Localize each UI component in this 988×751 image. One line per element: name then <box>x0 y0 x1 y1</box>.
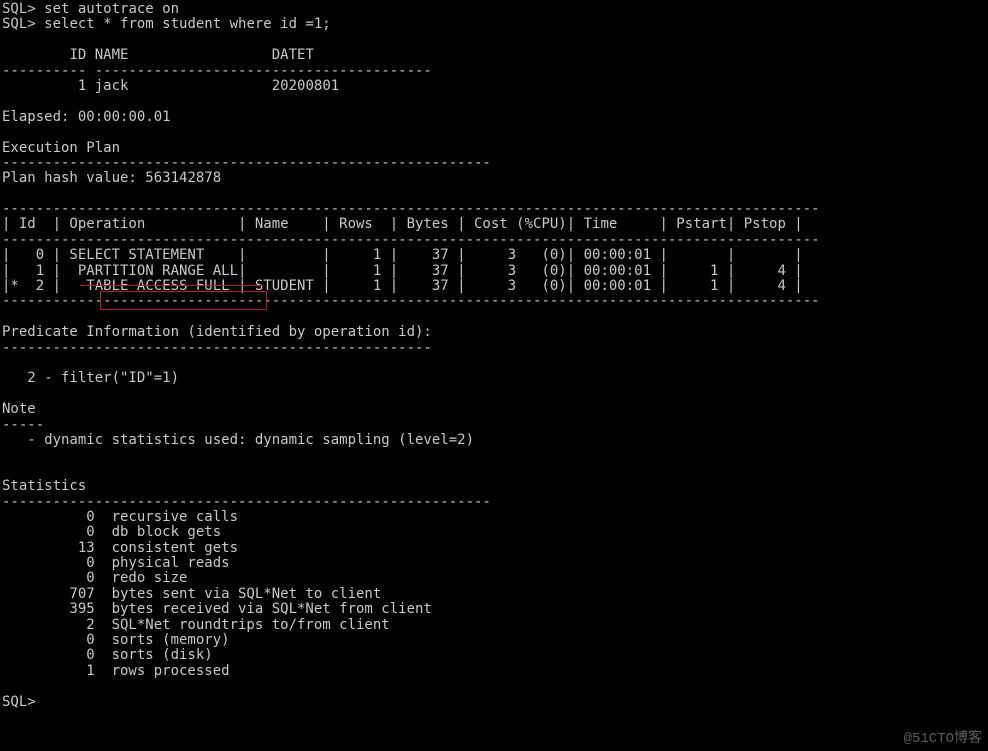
predicate-divider: ----------------------------------------… <box>2 341 988 356</box>
plan-hash: Plan hash value: 563142878 <box>2 171 988 186</box>
plan-wide-divider: ----------------------------------------… <box>2 294 988 309</box>
plan-divider: ----------------------------------------… <box>2 495 988 510</box>
blank <box>2 310 988 325</box>
terminal-output[interactable]: SQL> set autotrace on SQL> select * from… <box>0 0 988 710</box>
plan-header-row: | Id | Operation | Name | Rows | Bytes |… <box>2 217 988 232</box>
predicate-header: Predicate Information (identified by ope… <box>2 325 988 340</box>
stat-8: 0 sorts (memory) <box>2 633 988 648</box>
result-divider: ---------- -----------------------------… <box>2 64 988 79</box>
watermark: @51CTO博客 <box>904 732 982 747</box>
result-header: ID NAME DATET <box>2 48 988 63</box>
blank <box>2 387 988 402</box>
statistics-header: Statistics <box>2 479 988 494</box>
result-row: 1 jack 20200801 <box>2 79 988 94</box>
blank <box>2 125 988 140</box>
plan-wide-divider: ----------------------------------------… <box>2 233 988 248</box>
plan-row-1: | 1 | PARTITION RANGE ALL| | 1 | 37 | 3 … <box>2 264 988 279</box>
blank <box>2 464 988 479</box>
blank <box>2 448 988 463</box>
stat-1: 0 db block gets <box>2 525 988 540</box>
plan-row-2: |* 2 | TABLE ACCESS FULL | STUDENT | 1 |… <box>2 279 988 294</box>
stat-10: 1 rows processed <box>2 664 988 679</box>
stat-4: 0 redo size <box>2 571 988 586</box>
note-divider: ----- <box>2 418 988 433</box>
prompt-idle[interactable]: SQL> <box>2 695 988 710</box>
predicate-line: 2 - filter("ID"=1) <box>2 371 988 386</box>
stat-5: 707 bytes sent via SQL*Net to client <box>2 587 988 602</box>
execution-plan-header: Execution Plan <box>2 141 988 156</box>
stat-7: 2 SQL*Net roundtrips to/from client <box>2 618 988 633</box>
note-header: Note <box>2 402 988 417</box>
stat-3: 0 physical reads <box>2 556 988 571</box>
blank <box>2 94 988 109</box>
line-cmd2: SQL> select * from student where id =1; <box>2 17 988 32</box>
stat-9: 0 sorts (disk) <box>2 648 988 663</box>
blank <box>2 679 988 694</box>
blank <box>2 356 988 371</box>
plan-row-0: | 0 | SELECT STATEMENT | | 1 | 37 | 3 (0… <box>2 248 988 263</box>
elapsed: Elapsed: 00:00:00.01 <box>2 110 988 125</box>
stat-6: 395 bytes received via SQL*Net from clie… <box>2 602 988 617</box>
line-cmd1: SQL> set autotrace on <box>2 2 988 17</box>
stat-2: 13 consistent gets <box>2 541 988 556</box>
blank <box>2 33 988 48</box>
plan-wide-divider: ----------------------------------------… <box>2 202 988 217</box>
note-line: - dynamic statistics used: dynamic sampl… <box>2 433 988 448</box>
stat-0: 0 recursive calls <box>2 510 988 525</box>
blank <box>2 187 988 202</box>
plan-divider: ----------------------------------------… <box>2 156 988 171</box>
